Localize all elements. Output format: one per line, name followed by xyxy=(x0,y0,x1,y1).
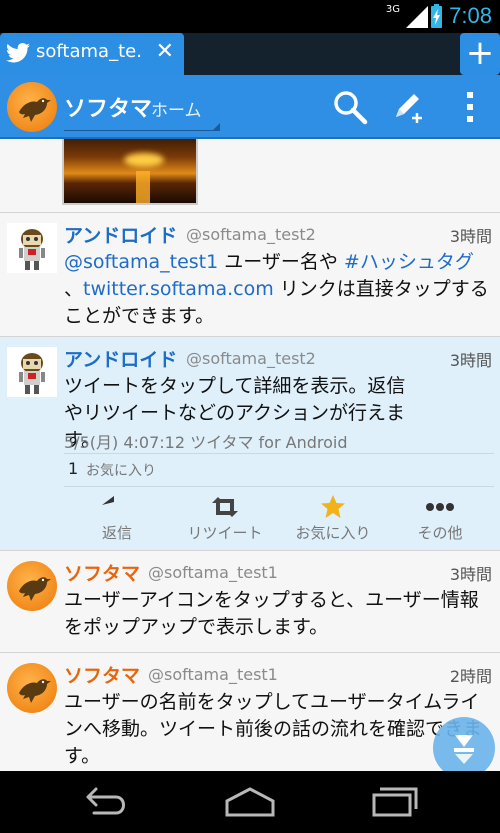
home-icon[interactable] xyxy=(223,785,277,819)
user-name[interactable]: アンドロイド xyxy=(64,221,177,248)
retweet-icon xyxy=(212,497,238,517)
more-button[interactable]: その他 xyxy=(390,493,490,549)
user-name[interactable]: ソフタマ xyxy=(64,559,140,586)
tweet-row[interactable]: ソフタマ @softama_test1 2時間 ユーザーの名前をタップしてユーザ… xyxy=(0,653,500,771)
new-tab-button[interactable]: + xyxy=(460,33,500,75)
user-handle[interactable]: @softama_test1 xyxy=(148,563,278,582)
user-handle[interactable]: @softama_test1 xyxy=(148,665,278,684)
timeline-name[interactable]: ホーム xyxy=(151,96,202,121)
reply-label: 返信 xyxy=(101,524,132,542)
favorite-count-row[interactable]: 1 お気に入り xyxy=(64,453,494,487)
status-bar: 3G 7:08 xyxy=(0,0,500,33)
url-link[interactable]: twitter.softama.com xyxy=(83,278,274,300)
mention-link[interactable]: @softama_test1 xyxy=(64,251,218,273)
more-label: その他 xyxy=(417,524,463,542)
tweet-time: 3時間 xyxy=(449,565,492,584)
action-bar: ソフタマ ホーム xyxy=(0,75,500,139)
more-icon xyxy=(426,503,454,511)
network-type: 3G xyxy=(385,4,400,15)
tweet-time: 2時間 xyxy=(449,667,492,686)
account-name[interactable]: ソフタマ xyxy=(64,91,152,123)
tweet-row[interactable]: ソフタマ @softama_test1 3時間 ユーザーアイコンをタップすると、… xyxy=(0,551,500,653)
tweet-actions: 返信 リツイート お気に入り その他 xyxy=(0,489,500,551)
user-name[interactable]: ソフタマ xyxy=(64,661,140,688)
tweet-photo[interactable] xyxy=(62,139,198,205)
timeline-dropdown[interactable] xyxy=(64,121,220,131)
tweet-time: 3時間 xyxy=(449,351,492,370)
compose-icon[interactable] xyxy=(390,89,426,125)
scroll-down-button[interactable] xyxy=(433,717,495,771)
star-icon xyxy=(321,495,345,518)
tweet-body: @softama_test1 ユーザー名や #ハッシュタグ 、twitter.so… xyxy=(64,251,489,327)
signal-icon xyxy=(406,6,428,28)
overflow-menu-icon[interactable] xyxy=(452,89,488,125)
reply-icon xyxy=(102,496,114,505)
tweet-time: 3時間 xyxy=(449,227,492,246)
tweet-body: ユーザーの名前をタップしてユーザータイムラインへ移動。ツイート前後の話の流れを確… xyxy=(64,691,483,767)
twitter-bird-icon xyxy=(6,43,30,63)
tab-title: softama_te. xyxy=(36,41,142,62)
back-icon[interactable] xyxy=(78,785,132,819)
tweet-body: ユーザーアイコンをタップすると、ユーザー情報をポップアップで表示します。 xyxy=(64,589,479,638)
clock: 7:08 xyxy=(449,3,492,28)
list-item[interactable] xyxy=(0,139,500,213)
favorite-button[interactable]: お気に入り xyxy=(283,493,383,549)
favorite-count-label: お気に入り xyxy=(86,463,156,479)
retweet-label: リツイート xyxy=(187,524,263,542)
favorite-count: 1 xyxy=(68,459,79,478)
hashtag-link[interactable]: #ハッシュタグ xyxy=(344,251,474,273)
search-icon[interactable] xyxy=(332,89,368,125)
user-handle[interactable]: @softama_test2 xyxy=(186,225,316,244)
user-avatar[interactable] xyxy=(7,663,57,713)
close-tab-icon[interactable]: ✕ xyxy=(156,39,174,64)
navigation-bar xyxy=(0,771,500,833)
user-avatar[interactable] xyxy=(7,347,57,397)
user-avatar[interactable] xyxy=(7,223,57,273)
tab-bar: softama_te. ✕ + xyxy=(0,33,500,75)
timeline[interactable]: アンドロイド @softama_test2 3時間 @softama_test1… xyxy=(0,139,500,771)
scroll-down-icon xyxy=(454,735,474,764)
tab-softama[interactable]: softama_te. ✕ xyxy=(0,33,184,75)
user-avatar[interactable] xyxy=(7,561,57,611)
user-name[interactable]: アンドロイド xyxy=(64,345,177,372)
recents-icon[interactable] xyxy=(368,785,422,819)
user-handle[interactable]: @softama_test2 xyxy=(186,349,316,368)
tweet-source-meta: 5/5(月) 4:07:12 ツイタマ for Android xyxy=(64,433,348,452)
battery-icon xyxy=(431,4,442,28)
favorite-label: お気に入り xyxy=(295,524,371,542)
app-icon[interactable] xyxy=(7,82,57,132)
tweet-row-selected[interactable]: アンドロイド @softama_test2 3時間 ツイートをタップして詳細を表… xyxy=(0,337,500,551)
retweet-button[interactable]: リツイート xyxy=(175,493,275,549)
tweet-row[interactable]: アンドロイド @softama_test2 3時間 @softama_test1… xyxy=(0,213,500,337)
reply-button[interactable]: 返信 xyxy=(67,493,167,549)
